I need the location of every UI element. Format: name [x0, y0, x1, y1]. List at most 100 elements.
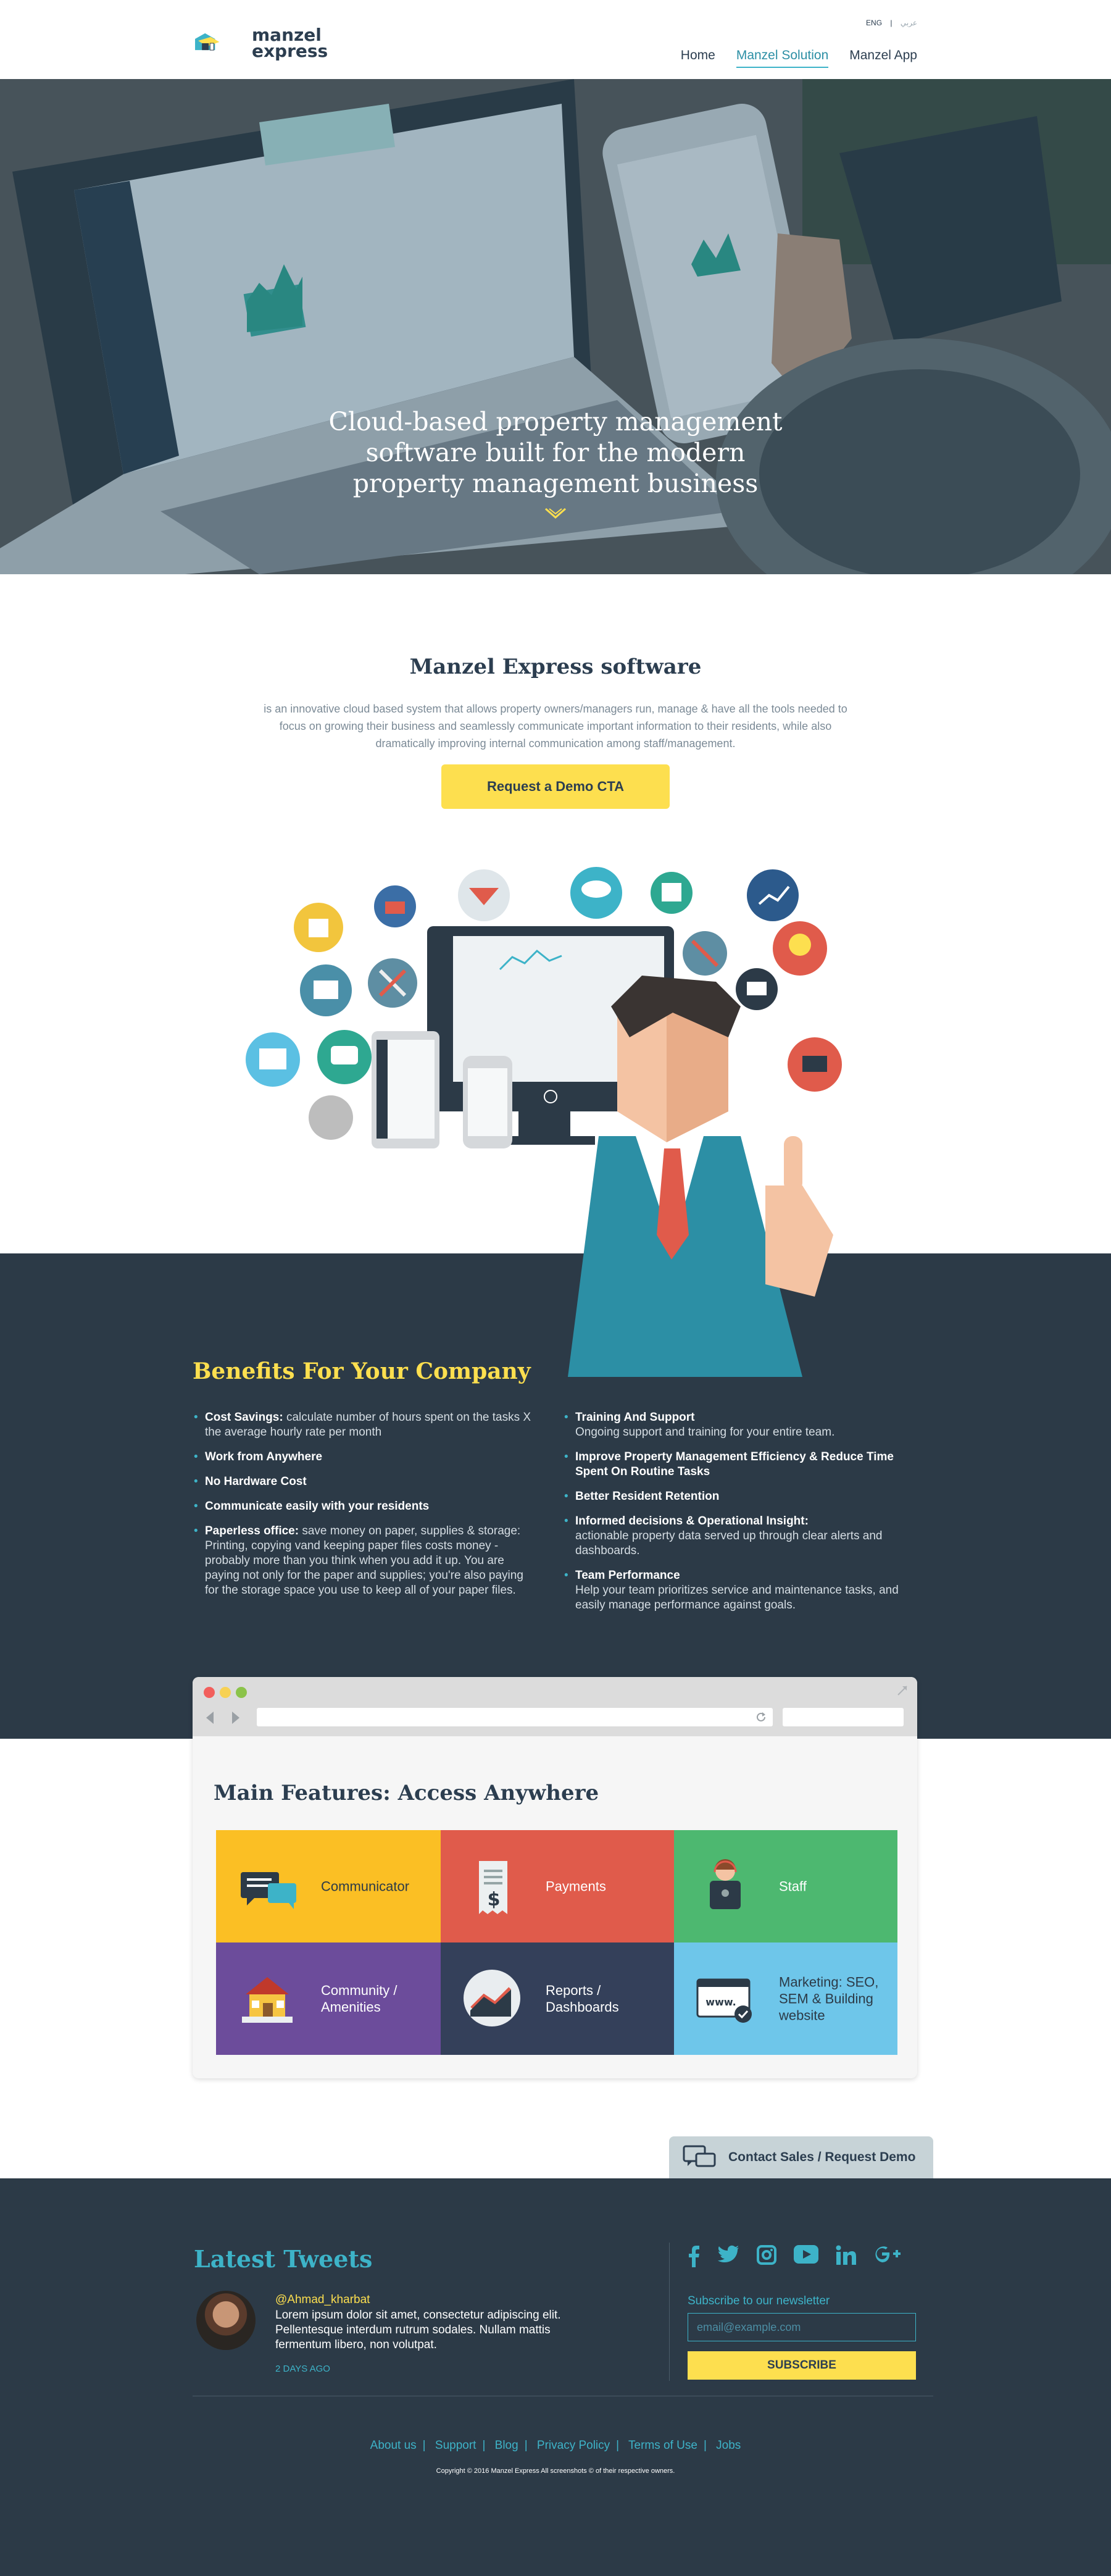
svg-text:$: $ — [488, 1889, 501, 1910]
google-plus-icon[interactable] — [874, 2245, 901, 2264]
avatar[interactable] — [196, 2291, 256, 2350]
minimize-dot-icon[interactable] — [220, 1687, 231, 1698]
tweet-time: 2 DAYS AGO — [275, 2364, 330, 2374]
nav-manzel-solution[interactable]: Manzel Solution — [736, 48, 829, 68]
feature-tile-community[interactable]: Community / Amenities — [216, 1942, 441, 2055]
link-separator: | — [422, 2439, 426, 2452]
benefit-title: Paperless office: — [205, 1524, 299, 1537]
benefit-item: No Hardware Cost — [194, 1474, 539, 1489]
benefit-item: Paperless office: save money on paper, s… — [194, 1524, 539, 1598]
growth-chart-icon — [747, 869, 799, 921]
features-title: Main Features: Access Anywhere — [214, 1781, 599, 1805]
back-forward-icon[interactable] — [205, 1710, 242, 1725]
footer-link-blog[interactable]: Blog — [495, 2439, 518, 2452]
svg-text:www.: www. — [705, 1996, 736, 2008]
request-demo-button[interactable]: Request a Demo CTA — [441, 764, 670, 809]
newsletter-email-input[interactable] — [688, 2313, 916, 2341]
social-links — [688, 2245, 901, 2267]
maximize-dot-icon[interactable] — [236, 1687, 247, 1698]
benefit-desc: Ongoing support and training for your en… — [575, 1426, 835, 1439]
benefits-right-list: Training And Support Ongoing support and … — [564, 1410, 910, 1623]
benefit-item: Informed decisions & Operational Insight… — [564, 1514, 910, 1558]
address-bar[interactable] — [257, 1708, 773, 1726]
benefit-title: Communicate easily with your residents — [205, 1500, 430, 1513]
footer-link-privacy[interactable]: Privacy Policy — [537, 2439, 610, 2452]
feature-label: Communicator — [321, 1878, 410, 1894]
feature-label: Staff — [779, 1878, 807, 1894]
language-switcher: ENG | عربي — [860, 19, 917, 27]
page: manzel express ENG | عربي Home Manzel So… — [0, 0, 1111, 2576]
handshake-icon — [309, 1095, 353, 1140]
hero-title-line-3: property management business — [352, 469, 759, 498]
tweet-handle[interactable]: @Ahmad_kharbat — [275, 2293, 370, 2307]
linkedin-icon[interactable] — [836, 2245, 857, 2265]
website-icon: www. — [696, 1978, 752, 2023]
benefits-left-list: Cost Savings: calculate number of hours … — [194, 1410, 539, 1608]
feature-tile-marketing[interactable]: www. Marketing: SEO, SEM & Building webs… — [674, 1942, 897, 2055]
intro-title: Manzel Express software — [409, 654, 702, 679]
lang-separator: | — [890, 19, 893, 27]
benefit-item: Improve Property Management Efficiency &… — [564, 1450, 910, 1479]
scroll-down-chevron-icon[interactable] — [544, 508, 567, 520]
staff-icon — [710, 1859, 741, 1909]
footer-link-about[interactable]: About us — [370, 2439, 417, 2452]
logo-text-line-2: express — [252, 41, 328, 61]
benefit-item: Team Performance Help your team prioritiz… — [564, 1568, 910, 1613]
feature-label: Community / Amenities — [321, 1983, 397, 2015]
instagram-icon[interactable] — [757, 2245, 776, 2265]
feature-tile-reports[interactable]: Reports / Dashboards — [441, 1942, 674, 2055]
logo-icon[interactable] — [193, 19, 252, 65]
copyright: Copyright © 2016 Manzel Express All scre… — [436, 2467, 675, 2475]
site-header: manzel express ENG | عربي Home Manzel So… — [0, 0, 1111, 79]
subscribe-button[interactable]: SUBSCRIBE — [688, 2351, 916, 2380]
main-nav: Home Manzel Solution Manzel App — [681, 48, 917, 68]
feature-tile-communicator[interactable]: Communicator — [216, 1830, 441, 1942]
footer-vertical-divider — [669, 2243, 670, 2381]
twitter-icon[interactable] — [717, 2245, 739, 2264]
contact-sales-button[interactable]: Contact Sales / Request Demo — [669, 2136, 933, 2178]
expand-icon[interactable] — [896, 1684, 909, 1697]
close-dot-icon[interactable] — [204, 1687, 215, 1698]
hero-title-line-2: software built for the modern — [365, 438, 746, 467]
link-separator: | — [616, 2439, 620, 2452]
lang-ar[interactable]: عربي — [901, 19, 917, 27]
benefit-item: Training And Support Ongoing support and … — [564, 1410, 910, 1440]
feature-label: Reports / Dashboards — [546, 1983, 619, 2015]
benefit-title: Team Performance — [575, 1569, 680, 1582]
chat-bubbles-icon — [683, 2145, 716, 2167]
feature-tile-payments[interactable]: $ Payments — [441, 1830, 674, 1942]
benefit-title: Work from Anywhere — [205, 1450, 323, 1463]
lang-en[interactable]: ENG — [866, 19, 882, 27]
invoice-icon: $ — [479, 1861, 507, 1914]
benefit-desc: Help your team prioritizes service and m… — [575, 1584, 899, 1612]
footer-link-support[interactable]: Support — [435, 2439, 476, 2452]
contact-sales-label: Contact Sales / Request Demo — [728, 2150, 916, 2164]
benefit-title: Informed decisions & Operational Insight… — [575, 1515, 809, 1528]
benefit-title: Better Resident Retention — [575, 1490, 720, 1503]
house-icon — [242, 1977, 293, 2023]
reload-icon[interactable] — [755, 1712, 767, 1723]
businessman-illustration — [246, 867, 842, 1377]
browser-toolbar — [193, 1677, 917, 1736]
hero-title: Cloud-based property management software… — [0, 406, 1111, 499]
tweet-text: Lorem ipsum dolor sit amet, consectetur … — [275, 2309, 561, 2351]
footer-link-terms[interactable]: Terms of Use — [628, 2439, 697, 2452]
benefit-desc: actionable property data served up throu… — [575, 1529, 883, 1557]
benefits-title: Benefits For Your Company — [193, 1358, 531, 1384]
link-separator: | — [482, 2439, 486, 2452]
nav-home[interactable]: Home — [681, 48, 715, 68]
nav-manzel-app[interactable]: Manzel App — [849, 48, 917, 68]
benefit-title: Training And Support — [575, 1411, 695, 1424]
footer-links: About us | Support | Blog | Privacy Policy |… — [0, 2439, 1111, 2453]
logo-text[interactable]: manzel express — [252, 27, 328, 61]
hero-banner: Cloud-based property management software… — [0, 79, 1111, 574]
benefit-item: Cost Savings: calculate number of hours … — [194, 1410, 539, 1440]
facebook-icon[interactable] — [688, 2245, 700, 2267]
feature-label: Payments — [546, 1878, 606, 1894]
browser-search-box[interactable] — [783, 1708, 904, 1726]
hero-title-line-1: Cloud-based property management — [328, 407, 783, 437]
feature-tile-staff[interactable]: Staff — [674, 1830, 897, 1942]
footer-link-jobs[interactable]: Jobs — [716, 2439, 741, 2452]
link-separator: | — [524, 2439, 528, 2452]
youtube-icon[interactable] — [794, 2245, 818, 2264]
